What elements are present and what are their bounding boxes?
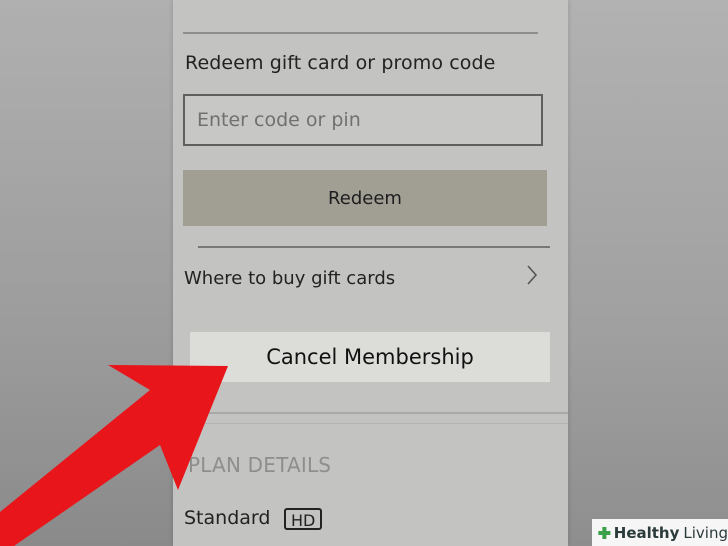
redeem-button[interactable]: Redeem xyxy=(183,170,547,226)
top-divider xyxy=(183,32,538,34)
chevron-right-icon xyxy=(527,265,538,285)
plan-name: Standard xyxy=(184,507,271,529)
watermark-brand: Healthy xyxy=(613,523,680,542)
gift-cards-label: Where to buy gift cards xyxy=(184,268,396,289)
left-background xyxy=(0,0,173,546)
plan-details-heading: PLAN DETAILS xyxy=(188,453,332,477)
right-background xyxy=(568,0,728,546)
watermark-sub: Living xyxy=(683,523,728,542)
gift-cards-link[interactable]: Where to buy gift cards xyxy=(173,256,568,304)
cancel-membership-button[interactable]: Cancel Membership xyxy=(190,332,550,382)
hd-badge: HD xyxy=(284,508,323,530)
green-cross-icon xyxy=(598,526,611,539)
watermark: Healthy Living xyxy=(592,519,728,546)
redeem-heading: Redeem gift card or promo code xyxy=(185,52,496,74)
code-input[interactable] xyxy=(183,94,543,146)
phone-screen: Redeem gift card or promo code Redeem Wh… xyxy=(173,0,568,546)
section-divider xyxy=(173,412,568,414)
section-divider xyxy=(198,246,550,248)
section-divider xyxy=(173,423,568,424)
